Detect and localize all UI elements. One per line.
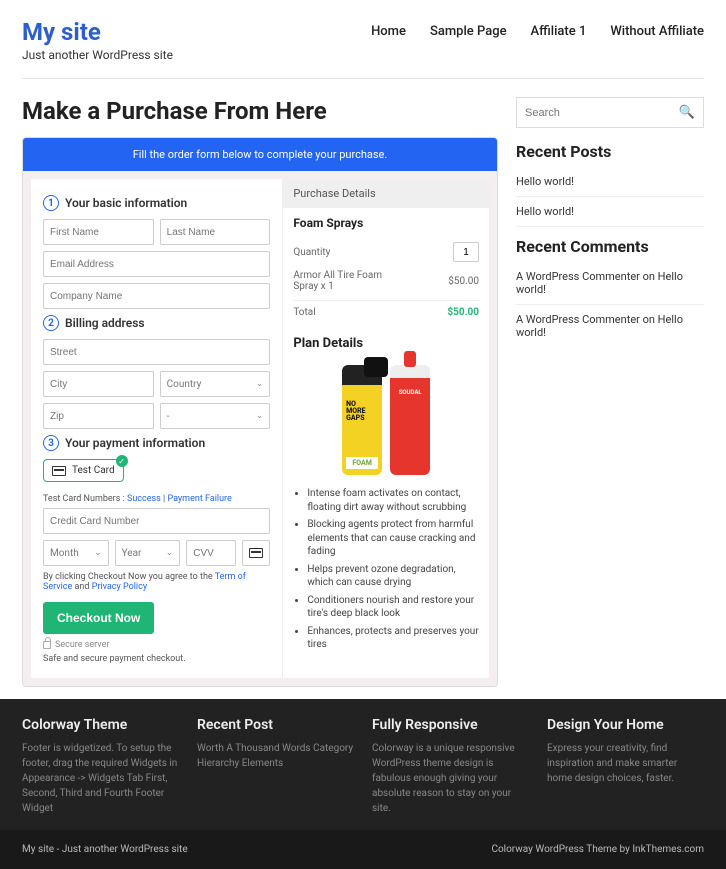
plan-bullet-list: Intense foam activates on contact, float… xyxy=(283,483,489,666)
list-item: Helps prevent ozone degradation, which c… xyxy=(307,563,479,590)
nav-home[interactable]: Home xyxy=(371,24,406,39)
recent-posts-header: Recent Posts xyxy=(516,142,704,161)
success-link[interactable]: Success xyxy=(127,494,161,504)
total-value: $50.00 xyxy=(447,307,479,318)
recent-comment-link[interactable]: A WordPress Commenter on Hello world! xyxy=(516,305,704,347)
footer-credit[interactable]: Colorway WordPress Theme by InkThemes.co… xyxy=(491,844,704,855)
company-input[interactable] xyxy=(43,283,270,309)
search-icon[interactable]: 🔍 xyxy=(679,105,695,120)
cvv-input[interactable] xyxy=(186,540,236,566)
failure-link[interactable]: Payment Failure xyxy=(167,494,231,504)
city-input[interactable] xyxy=(43,371,154,397)
site-tagline: Just another WordPress site xyxy=(22,48,173,62)
page-title: Make a Purchase From Here xyxy=(22,97,498,125)
footer-site-info: My site - Just another WordPress site xyxy=(22,844,188,855)
safe-note: Safe and secure payment checkout. xyxy=(43,654,270,664)
step-basic-info: 1 Your basic information xyxy=(43,195,270,211)
terms-note: By clicking Checkout Now you agree to th… xyxy=(43,572,270,592)
line-item: Armor All Tire Foam Spray x 1 xyxy=(293,270,393,292)
nav-sample[interactable]: Sample Page xyxy=(430,24,507,39)
recent-comments-header: Recent Comments xyxy=(516,237,704,256)
privacy-link[interactable]: Privacy Policy xyxy=(92,582,147,592)
step-title-1: Your basic information xyxy=(65,196,187,210)
step-payment: 3 Your payment information xyxy=(43,435,270,451)
chevron-down-icon: ⌄ xyxy=(94,548,102,558)
step-title-3: Your payment information xyxy=(65,436,205,450)
nav-without-affiliate[interactable]: Without Affiliate xyxy=(610,24,704,39)
checkout-form: Fill the order form below to complete yo… xyxy=(22,137,498,687)
first-name-input[interactable] xyxy=(43,219,154,245)
year-select[interactable]: Year⌄ xyxy=(115,540,181,566)
checkout-button[interactable]: Checkout Now xyxy=(43,602,154,634)
foam-can-1: NOMOREGAPS FOAM xyxy=(342,365,382,475)
product-image: NOMOREGAPS FOAM SOUDAL xyxy=(283,357,489,483)
main-nav: Home Sample Page Affiliate 1 Without Aff… xyxy=(371,18,704,39)
site-title[interactable]: My site xyxy=(22,18,173,46)
qty-label: Quantity xyxy=(293,247,330,258)
step-num-2: 2 xyxy=(43,315,59,331)
last-name-input[interactable] xyxy=(160,219,271,245)
month-select[interactable]: Month⌄ xyxy=(43,540,109,566)
check-icon: ✓ xyxy=(116,455,128,467)
test-card-note: Test Card Numbers : Success | Payment Fa… xyxy=(43,494,270,504)
zip-input[interactable] xyxy=(43,403,154,429)
line-price: $50.00 xyxy=(448,276,479,287)
cc-number-input[interactable] xyxy=(43,508,270,534)
total-label: Total xyxy=(293,307,315,318)
product-name: Foam Sprays xyxy=(293,216,479,230)
step-title-2: Billing address xyxy=(65,316,145,330)
step-billing: 2 Billing address xyxy=(43,315,270,331)
footer-col-1: Colorway ThemeFooter is widgetized. To s… xyxy=(22,717,179,816)
recent-comment-link[interactable]: A WordPress Commenter on Hello world! xyxy=(516,262,704,305)
card-icon xyxy=(52,466,66,476)
test-card-button[interactable]: Test Card ✓ xyxy=(43,459,124,482)
list-item: Conditioners nourish and restore your ti… xyxy=(307,594,479,621)
list-item: Intense foam activates on contact, float… xyxy=(307,487,479,514)
chevron-down-icon: ⌄ xyxy=(166,548,174,558)
email-input[interactable] xyxy=(43,251,270,277)
street-input[interactable] xyxy=(43,339,270,365)
qty-input[interactable] xyxy=(453,242,479,262)
nav-affiliate[interactable]: Affiliate 1 xyxy=(531,24,587,39)
step-num-1: 1 xyxy=(43,195,59,211)
secure-server: Secure server xyxy=(43,640,270,650)
footer-col-2: Recent PostWorth A Thousand Words Catego… xyxy=(197,717,354,816)
recent-post-link[interactable]: Hello world! xyxy=(516,197,704,227)
foam-can-2: SOUDAL xyxy=(390,365,430,475)
card-type-icon xyxy=(242,540,270,566)
state-select[interactable]: -⌄ xyxy=(160,403,271,429)
search-input[interactable] xyxy=(525,107,679,119)
checkout-banner: Fill the order form below to complete yo… xyxy=(23,138,497,171)
chevron-down-icon: ⌄ xyxy=(256,411,264,421)
country-select[interactable]: Country⌄ xyxy=(160,371,271,397)
brand: My site Just another WordPress site xyxy=(22,18,173,62)
chevron-down-icon: ⌄ xyxy=(256,379,264,389)
purchase-details-header: Purchase Details xyxy=(283,179,489,208)
lock-icon xyxy=(43,641,51,649)
list-item: Enhances, protects and preserves your ti… xyxy=(307,625,479,652)
step-num-3: 3 xyxy=(43,435,59,451)
list-item: Blocking agents protect from harmful ele… xyxy=(307,518,479,559)
plan-details-header: Plan Details xyxy=(283,330,489,357)
recent-post-link[interactable]: Hello world! xyxy=(516,167,704,197)
footer-col-4: Design Your HomeExpress your creativity,… xyxy=(547,717,704,816)
footer-col-3: Fully ResponsiveColorway is a unique res… xyxy=(372,717,529,816)
search-box[interactable]: 🔍 xyxy=(516,97,704,128)
